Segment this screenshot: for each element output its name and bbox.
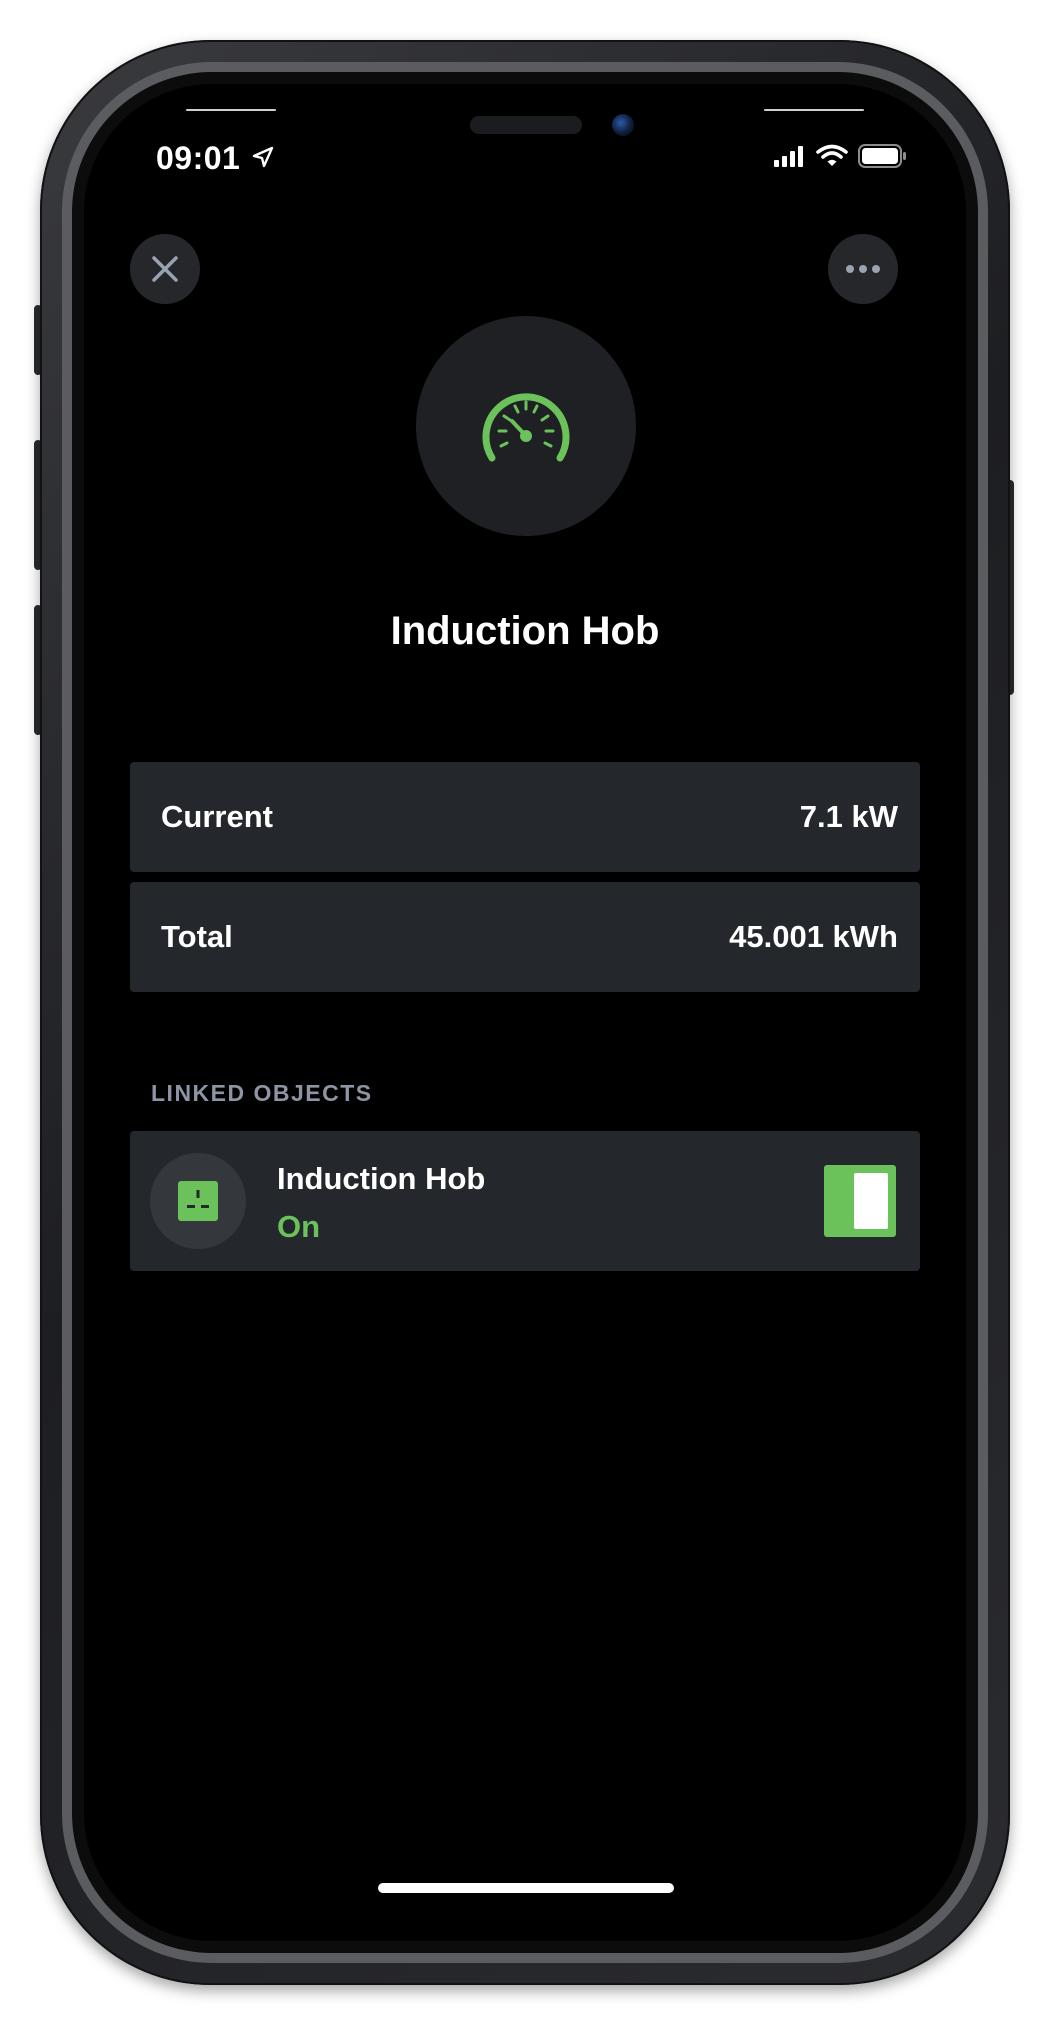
power-socket-icon xyxy=(178,1181,218,1221)
metric-value: 7.1 kW xyxy=(799,799,898,834)
notch-edge-left xyxy=(186,109,276,111)
front-camera xyxy=(612,114,634,136)
ellipsis-icon xyxy=(846,265,880,273)
page-title: Induction Hob xyxy=(390,609,660,653)
metric-label: Current xyxy=(161,799,273,834)
metric-value: 45.001 kWh xyxy=(729,919,898,954)
close-icon xyxy=(152,256,178,282)
gauge-icon xyxy=(482,393,570,462)
app-screen: 09:01 Induction Hob Current 7.1 kW Total… xyxy=(84,84,966,1941)
earpiece-speaker xyxy=(470,116,582,134)
metric-row-current: Current 7.1 kW xyxy=(130,762,920,872)
linked-object-name: Induction Hob xyxy=(277,1161,486,1196)
metric-label: Total xyxy=(161,919,233,954)
section-heading: LINKED OBJECTS xyxy=(151,1080,373,1106)
power-toggle[interactable] xyxy=(824,1165,896,1237)
cellular-signal-icon xyxy=(774,146,803,167)
home-indicator[interactable] xyxy=(378,1883,674,1893)
linked-object-item[interactable]: Induction Hob On xyxy=(130,1131,920,1271)
metric-row-total: Total 45.001 kWh xyxy=(130,882,920,992)
close-button[interactable] xyxy=(130,234,200,304)
location-arrow-icon xyxy=(252,146,274,168)
linked-object-status: On xyxy=(277,1209,321,1244)
more-options-button[interactable] xyxy=(828,234,898,304)
battery-icon xyxy=(858,144,906,168)
status-time: 09:01 xyxy=(156,140,241,176)
device-mockup: 09:01 Induction Hob Current 7.1 kW Total… xyxy=(0,0,1048,2025)
linked-object-icon-circle xyxy=(150,1153,246,1249)
toggle-knob xyxy=(854,1173,888,1229)
wifi-icon xyxy=(816,144,848,166)
device-icon-circle xyxy=(416,316,636,536)
notch-edge-right xyxy=(764,109,864,111)
status-icons xyxy=(774,144,908,168)
